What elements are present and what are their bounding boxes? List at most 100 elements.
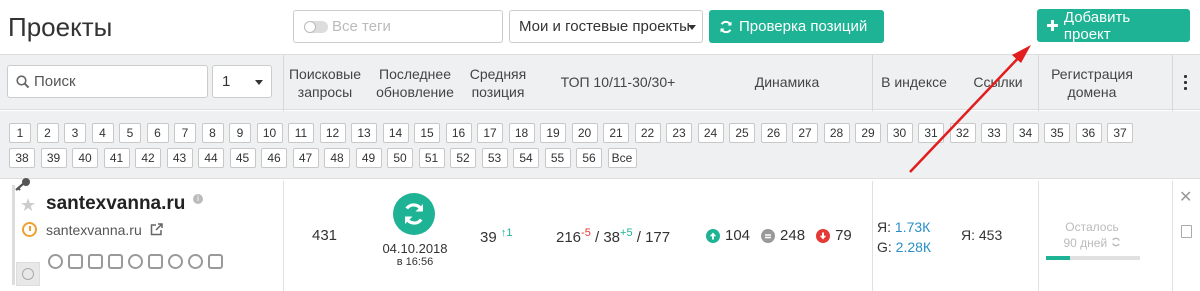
page-button[interactable]: 45 — [229, 148, 256, 168]
avg-position-change: 1 — [506, 227, 513, 239]
refresh-positions-button[interactable] — [393, 193, 435, 235]
info-icon[interactable]: i — [193, 194, 203, 204]
close-icon[interactable]: ✕ — [1179, 187, 1192, 207]
page-button[interactable]: 50 — [387, 148, 413, 168]
page-button[interactable]: 33 — [981, 123, 1007, 143]
page-button[interactable]: 27 — [792, 123, 818, 143]
tags-filter[interactable]: Все теги — [293, 10, 503, 43]
page-button[interactable]: 31 — [918, 123, 944, 143]
page-button[interactable]: 28 — [823, 123, 850, 143]
page-button[interactable]: 2 — [36, 123, 59, 143]
page-button[interactable]: 30 — [886, 123, 913, 143]
page-button[interactable]: 14 — [382, 123, 409, 143]
tags-toggle[interactable] — [304, 21, 328, 33]
help-icon[interactable] — [168, 254, 183, 269]
search-input[interactable]: Поиск — [7, 65, 208, 98]
project-domain[interactable]: santexvanna.ru — [46, 193, 185, 215]
page-button[interactable]: 35 — [1044, 123, 1070, 143]
page-button[interactable]: 19 — [540, 123, 566, 143]
page-button[interactable]: 20 — [571, 123, 598, 143]
copy-icon[interactable] — [1181, 225, 1192, 238]
check-positions-button[interactable]: Проверка позиций — [709, 10, 884, 43]
page-button[interactable]: 22 — [634, 123, 661, 143]
page-button[interactable]: 56 — [576, 148, 602, 168]
page-button[interactable]: 6 — [146, 123, 169, 143]
page-button[interactable]: 49 — [355, 148, 382, 168]
page-button[interactable]: 51 — [418, 148, 445, 168]
column-divider — [283, 181, 284, 291]
page-button[interactable]: 11 — [288, 123, 314, 143]
page-button[interactable]: 16 — [445, 123, 472, 143]
layers-icon[interactable] — [88, 254, 103, 269]
page-button[interactable]: 5 — [119, 123, 141, 143]
page-button[interactable]: 10 — [256, 123, 283, 143]
page-button[interactable]: 41 — [103, 148, 130, 168]
page-button[interactable]: 40 — [72, 148, 98, 168]
page-button[interactable]: 37 — [1107, 123, 1133, 143]
col-queries[interactable]: Поисковые запросы — [284, 65, 366, 101]
page-button[interactable]: 52 — [450, 148, 476, 168]
page-button[interactable]: 42 — [135, 148, 161, 168]
page-button[interactable]: 1 — [9, 123, 31, 143]
column-divider — [872, 181, 873, 291]
page-button[interactable]: 17 — [477, 123, 503, 143]
page-button[interactable]: 18 — [508, 123, 535, 143]
page-button[interactable]: 43 — [166, 148, 193, 168]
page-button[interactable]: 48 — [324, 148, 350, 168]
columns-menu-icon[interactable] — [1184, 75, 1187, 93]
page-button[interactable]: Все — [607, 148, 637, 168]
page-button[interactable]: 34 — [1012, 123, 1039, 143]
eye-icon[interactable] — [188, 254, 203, 269]
page-button[interactable]: 46 — [261, 148, 287, 168]
stats-icon[interactable] — [68, 254, 83, 269]
page-button[interactable]: 23 — [666, 123, 692, 143]
pie-chart-icon[interactable] — [128, 254, 143, 269]
report-icon[interactable] — [208, 254, 223, 269]
refresh-icon[interactable] — [1111, 237, 1121, 247]
page-button[interactable]: 55 — [544, 148, 571, 168]
index-yandex-link[interactable]: 1.73К — [895, 219, 930, 235]
page-button[interactable]: 36 — [1075, 123, 1102, 143]
page-button[interactable]: 54 — [513, 148, 539, 168]
col-top[interactable]: ТОП 10/11-30/30+ — [548, 73, 688, 91]
page-button[interactable]: 53 — [481, 148, 508, 168]
hammer-icon[interactable] — [148, 254, 163, 269]
remain-label: Осталось — [1065, 220, 1119, 234]
trophy-icon[interactable] — [108, 254, 123, 269]
col-links[interactable]: Ссылки — [960, 73, 1036, 91]
page-number-select[interactable]: 1 — [212, 65, 272, 98]
page-button[interactable]: 39 — [40, 148, 67, 168]
index-google-link[interactable]: 2.28К — [896, 239, 931, 255]
page-button[interactable]: 9 — [229, 123, 251, 143]
project-subdomain[interactable]: santexvanna.ru — [46, 222, 142, 238]
globe-icon[interactable] — [16, 262, 40, 286]
page-button[interactable]: 8 — [201, 123, 224, 143]
col-avg-position[interactable]: Средняя позиция — [464, 65, 532, 101]
settings-icon[interactable] — [48, 254, 63, 269]
page-button[interactable]: 32 — [949, 123, 976, 143]
project-filter-select[interactable]: Мои и гостевые проекты — [509, 10, 703, 43]
page-button[interactable]: 24 — [697, 123, 724, 143]
page-button[interactable]: 13 — [351, 123, 377, 143]
page-button[interactable]: 26 — [760, 123, 787, 143]
col-dynamics[interactable]: Динамика — [740, 73, 834, 91]
add-project-button[interactable]: Добавить проект — [1037, 9, 1190, 43]
col-last-update[interactable]: Последнее обновление — [366, 65, 464, 101]
page-button[interactable]: 25 — [729, 123, 755, 143]
dropdown-arrow-icon — [255, 80, 263, 85]
page-button[interactable]: 44 — [198, 148, 224, 168]
col-in-index[interactable]: В индексе — [874, 73, 954, 91]
page-button[interactable]: 15 — [414, 123, 440, 143]
external-link-icon[interactable] — [150, 223, 163, 236]
page-button[interactable]: 38 — [9, 148, 35, 168]
page-button[interactable]: 12 — [319, 123, 346, 143]
page-button[interactable]: 7 — [174, 123, 196, 143]
page-button[interactable]: 21 — [603, 123, 629, 143]
page-button[interactable]: 29 — [855, 123, 881, 143]
page-button[interactable]: 47 — [292, 148, 319, 168]
page-button[interactable]: 3 — [64, 123, 86, 143]
col-domain-registration[interactable]: Регистрация домена — [1040, 65, 1144, 101]
project-row[interactable]: ★ santexvanna.ru i santexvanna.ru 431 04… — [0, 178, 1200, 291]
page-button[interactable]: 4 — [91, 123, 114, 143]
favorite-star-icon[interactable]: ★ — [20, 195, 36, 216]
